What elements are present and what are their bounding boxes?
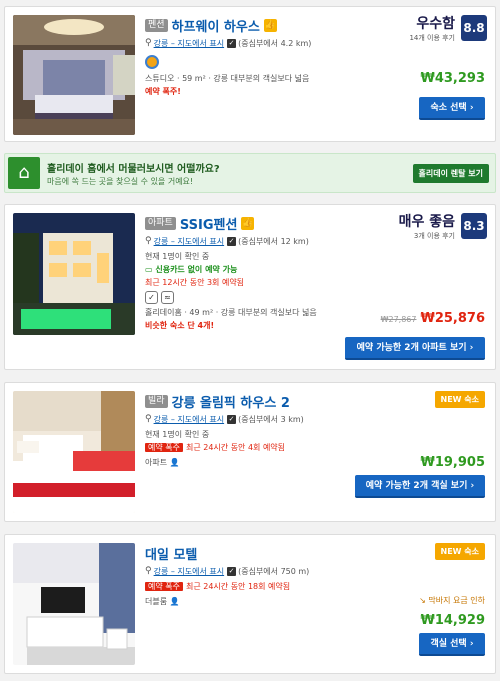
hotel-name-link[interactable]: SSIG펜션 [180,214,238,233]
score-badge: 8.8 [461,15,487,41]
pool-icon: ≈ [161,291,174,304]
hotel-photo[interactable] [13,213,135,335]
select-property-button[interactable]: 숙소 선택 › [419,97,485,120]
room-type: 더블룸 [145,597,168,606]
rating-word: 매우 좋음 [398,214,455,230]
house-icon: ⌂ [8,157,40,189]
recent-bookings-row: 예약 폭주 최근 24시간 동안 4회 예약됨 [145,441,487,454]
hotel-name-link[interactable]: 강릉 올림픽 하우스 2 [172,392,290,411]
recent-bookings: 최근 24시간 동안 18회 예약됨 [185,582,291,591]
review-score[interactable]: 매우 좋음 3개 이용 후기 8.3 [399,213,487,241]
check-icon: ✓ [227,414,237,424]
credit-card-icon: ▭ [145,265,156,274]
person-icon: 👤 [169,458,180,467]
hotel-name-link[interactable]: 하프웨이 하우스 [172,16,260,35]
person-icon: 👤 [169,597,180,606]
rating-word: 우수함 [416,16,455,32]
recent-bookings: 최근 12시간 동안 3회 예약됨 [145,278,245,287]
review-count: 3개 이용 후기 [413,232,455,240]
see-availability-button[interactable]: 예약 가능한 2개 객실 보기 › [355,475,485,498]
late-deal-text: 막바지 요금 인하 [428,596,485,605]
recent-bookings: 최근 24시간 동안 4회 예약됨 [185,443,286,452]
price: ₩43,293 [420,71,485,86]
listing-card-3[interactable]: 빌라 강릉 올림픽 하우스 2 ⚲ 강릉 – 지도에서 표시 ✓ (중심부에서 … [4,382,496,522]
hot-badge: 예약 폭주 [145,443,183,452]
check-icon: ✓ [227,38,237,48]
no-card-text: 신용카드 없이 예약 가능 [155,265,238,274]
listing-card-2[interactable]: 아파트 SSIG펜션 👍 ⚲ 강릉 – 지도에서 표시 ✓ (중심부에서 12 … [4,204,496,370]
banner-subtitle: 마음에 쏙 드는 곳을 찾으실 수 있을 거예요! [47,177,194,186]
holiday-rental-banner: ⌂ 홀리데이 홈에서 머물러보시면 어떨까요? 마음에 쏙 드는 곳을 찾으실 … [4,153,496,193]
room-type: 아파트 [145,458,168,467]
no-card-needed: ▭ 신용카드 없이 예약 가능 [145,263,487,276]
price: ₩25,876 [420,311,485,326]
listing-card-1[interactable]: 펜션 하프웨이 하우스 👍 ⚲ 강릉 – 지도에서 표시 ✓ (중심부에서 4.… [4,6,496,142]
distance-text: (중심부에서 750 m) [238,566,310,576]
hot-badge: 예약 폭주 [145,582,183,591]
original-price: ₩27,867 [380,315,417,324]
property-type-tag: 아파트 [145,216,176,230]
price: ₩19,905 [420,455,485,470]
hotel-photo[interactable] [13,391,135,513]
distance-text: (중심부에서 12 km) [238,236,309,246]
listing-card-4[interactable]: 대일 모텔 ⚲ 강릉 – 지도에서 표시 ✓ (중심부에서 750 m) 예약 … [4,534,496,674]
price: ₩14,929 [420,613,485,628]
new-property-badge: NEW 숙소 [434,543,485,560]
amenity-icons: ✓ ≈ [145,291,487,304]
viewing-count: 현재 1명이 확인 중 [145,430,210,439]
map-pin-icon: ⚲ [145,414,152,424]
show-on-map-link[interactable]: 강릉 – 지도에서 표시 [154,566,225,577]
thumbs-up-icon: 👍 [241,216,255,230]
check-icon: ✓ [227,566,237,576]
map-pin-icon: ⚲ [145,38,152,48]
verified-icon: ✓ [145,291,158,304]
check-icon: ✓ [227,236,237,246]
show-on-map-link[interactable]: 강릉 – 지도에서 표시 [154,236,225,247]
review-count: 14개 이용 후기 [409,34,455,42]
map-pin-icon: ⚲ [145,566,152,576]
hotel-name-link[interactable]: 대일 모텔 [145,544,197,563]
hotel-photo[interactable] [13,543,135,665]
distance-text: (중심부에서 3 km) [238,414,304,424]
score-badge: 8.3 [461,213,487,239]
viewing-count: 현재 1명이 확인 중 [145,252,210,261]
recent-bookings-row: 예약 폭주 최근 24시간 동안 18회 예약됨 [145,580,487,593]
thumbs-up-icon: 👍 [263,18,277,32]
price-drop-icon: ↘ [419,596,429,605]
late-deal-label: ↘ 막바지 요금 인하 [419,595,485,606]
see-availability-button[interactable]: 예약 가능한 2개 아파트 보기 › [345,337,485,360]
property-type-tag: 펜션 [145,18,168,32]
property-type-tag: 빌라 [145,394,168,408]
show-on-map-link[interactable]: 강릉 – 지도에서 표시 [154,38,225,49]
sun-icon [145,55,159,69]
show-on-map-link[interactable]: 강릉 – 지도에서 표시 [154,414,225,425]
review-score[interactable]: 우수함 14개 이용 후기 8.8 [409,15,487,43]
select-room-button[interactable]: 객실 선택 › [419,633,485,656]
holiday-rental-button[interactable]: 홀리데이 렌탈 보기 [412,164,489,183]
new-property-badge: NEW 숙소 [434,391,485,408]
distance-text: (중심부에서 4.2 km) [238,38,312,48]
map-pin-icon: ⚲ [145,236,152,246]
price-block: ₩27,867 ₩25,876 [381,311,485,326]
hotel-photo[interactable] [13,15,135,135]
banner-title: 홀리데이 홈에서 머물러보시면 어떨까요? [47,164,220,175]
